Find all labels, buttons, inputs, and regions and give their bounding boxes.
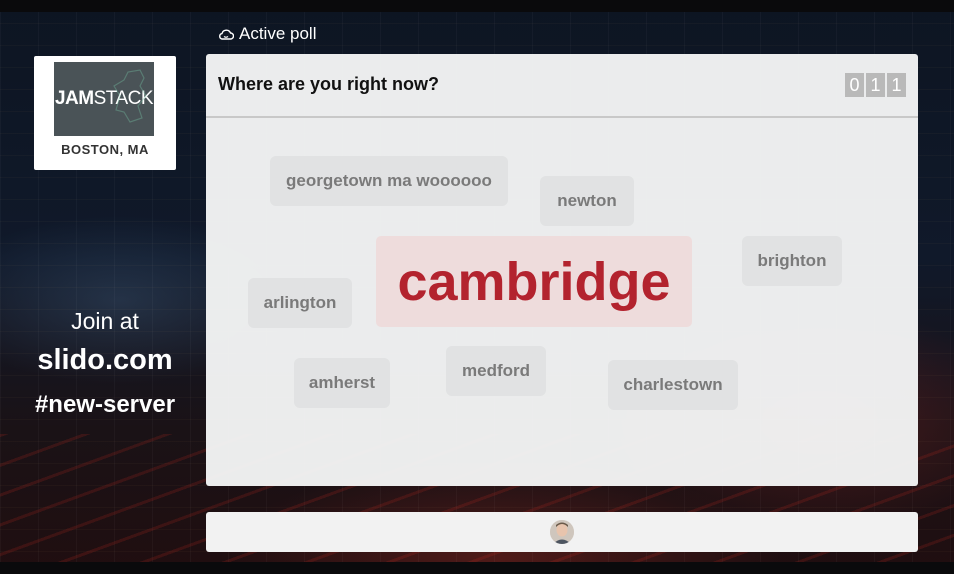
participants-bar xyxy=(206,512,918,552)
word-cloud-item: amherst xyxy=(294,358,390,408)
poll-panel: Where are you right now? 0 1 1 georgetow… xyxy=(206,54,918,486)
active-poll-label: Active poll xyxy=(218,24,316,44)
word-cloud-item: newton xyxy=(540,176,634,226)
poll-header: Where are you right now? 0 1 1 xyxy=(206,54,918,118)
word-cloud-item: georgetown ma woooooo xyxy=(270,156,508,206)
word-cloud: georgetown ma woooooo newton cambridge b… xyxy=(206,118,918,486)
bottom-bar xyxy=(0,562,954,574)
counter-digit: 1 xyxy=(887,73,906,97)
counter-digit: 0 xyxy=(845,73,864,97)
join-label: Join at xyxy=(71,308,139,334)
person-avatar-icon xyxy=(550,520,574,544)
logo-brand-bold: JAM xyxy=(54,88,94,109)
poll-question: Where are you right now? xyxy=(218,74,440,94)
logo-city: BOSTON, MA xyxy=(61,142,149,157)
logo-mark: JAM STACK xyxy=(54,62,154,136)
word-cloud-item: charlestown xyxy=(608,360,738,410)
response-counter: 0 1 1 xyxy=(845,73,906,97)
top-bar xyxy=(0,0,954,12)
word-cloud-item: medford xyxy=(446,346,546,396)
counter-digit: 1 xyxy=(866,73,885,97)
event-logo: JAM STACK BOSTON, MA xyxy=(34,56,176,170)
avatar[interactable] xyxy=(550,520,574,544)
join-url: slido.com xyxy=(37,344,173,376)
word-cloud-item: brighton xyxy=(742,236,842,286)
word-cloud-item: arlington xyxy=(248,278,352,328)
cloud-icon xyxy=(219,29,234,40)
word-cloud-item-top: cambridge xyxy=(376,236,692,327)
map-outline-icon xyxy=(113,69,147,123)
event-code: #new-server xyxy=(34,391,176,418)
active-poll-text: Active poll xyxy=(239,24,317,43)
